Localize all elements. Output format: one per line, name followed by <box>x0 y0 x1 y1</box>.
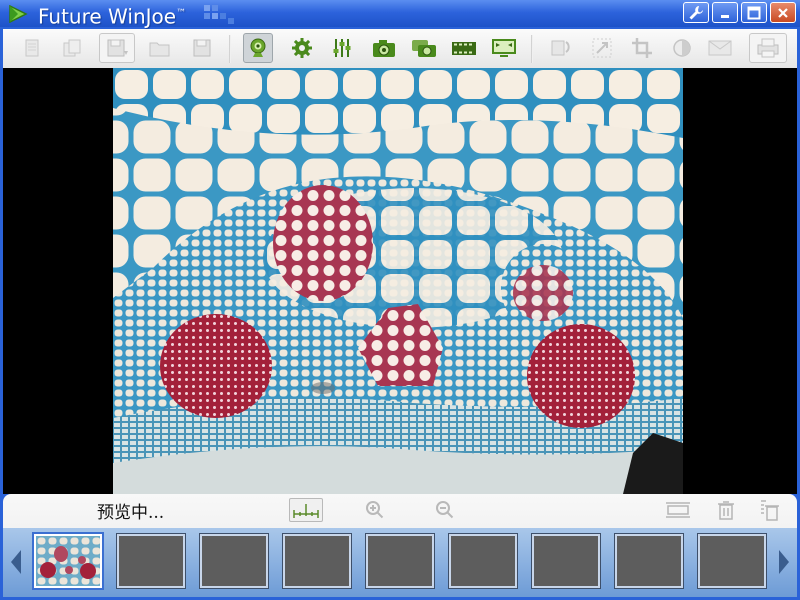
zoom-out-icon <box>436 501 454 519</box>
new-icon <box>25 39 39 57</box>
multi-capture-icon <box>412 40 436 57</box>
maximize-button[interactable] <box>741 2 767 23</box>
zoom-in-icon <box>366 501 384 519</box>
settings-button[interactable] <box>287 33 317 63</box>
save-icon <box>193 39 211 57</box>
zoom-in-button[interactable] <box>360 498 390 522</box>
email-button[interactable] <box>705 33 735 63</box>
app-logo-icon <box>9 5 28 23</box>
preview-area[interactable] <box>3 68 797 494</box>
thumbnail-6[interactable] <box>448 533 518 589</box>
toolbar-separator <box>229 35 231 63</box>
minimize-button[interactable] <box>712 2 738 23</box>
zoom-out-button[interactable] <box>430 498 460 522</box>
crop-icon <box>632 38 652 58</box>
ruler-icon <box>293 504 319 518</box>
title-decoration <box>204 5 234 24</box>
multi-capture-button[interactable] <box>409 33 439 63</box>
fullscreen-display-icon <box>492 39 516 57</box>
filmstrip-icon <box>666 502 690 518</box>
new-button[interactable] <box>17 33 47 63</box>
print-button[interactable] <box>749 33 787 63</box>
display-button[interactable] <box>489 33 519 63</box>
thumbnail-7[interactable] <box>531 533 601 589</box>
video-record-button[interactable] <box>449 33 479 63</box>
wrench-icon <box>689 5 703 19</box>
email-icon <box>708 40 732 56</box>
toolbar-separator <box>531 35 533 63</box>
thumbnail-strip <box>3 528 797 597</box>
rotate-icon <box>551 40 570 56</box>
settings-gear-icon <box>292 38 312 58</box>
filmstrip-view-button[interactable] <box>663 498 693 522</box>
thumbnail-1[interactable] <box>32 532 104 590</box>
close-icon <box>778 7 788 18</box>
minimize-icon <box>721 14 729 18</box>
rotate-button[interactable] <box>545 33 575 63</box>
scroll-left-button[interactable] <box>7 546 25 578</box>
capture-photo-button[interactable] <box>369 33 399 63</box>
delete-all-button[interactable] <box>755 498 785 522</box>
thumbnail-8[interactable] <box>614 533 684 589</box>
print-icon <box>757 38 779 58</box>
bottom-panel: 预览中... <box>3 494 797 597</box>
copy-icon <box>63 39 81 57</box>
webcam-button[interactable] <box>243 33 273 63</box>
open-folder-icon <box>149 42 170 57</box>
copy-button[interactable] <box>57 33 87 63</box>
status-text: 预览中... <box>97 503 165 523</box>
open-folder-button[interactable] <box>145 33 175 63</box>
contrast-icon <box>673 39 691 57</box>
camera-capture-icon <box>373 40 395 57</box>
thumbnail-2[interactable] <box>116 533 186 589</box>
webcam-icon <box>250 38 266 57</box>
crop-button[interactable] <box>627 33 657 63</box>
title-bar[interactable]: Future WinJoe™ <box>0 0 800 29</box>
thumbnail-5[interactable] <box>365 533 435 589</box>
resize-icon <box>592 38 612 58</box>
arrow-right-icon <box>779 550 789 574</box>
thumbnail-4[interactable] <box>282 533 352 589</box>
video-record-icon <box>452 42 476 55</box>
window-controls <box>683 2 796 24</box>
save-as-icon <box>107 39 128 57</box>
main-toolbar <box>3 29 797 69</box>
thumbnail-9[interactable] <box>697 533 767 589</box>
close-button[interactable] <box>770 2 796 23</box>
scroll-right-button[interactable] <box>775 546 793 578</box>
delete-all-icon <box>761 500 779 521</box>
adjust-button[interactable] <box>327 33 357 63</box>
thumbnail-image <box>36 536 100 586</box>
contrast-button[interactable] <box>667 33 697 63</box>
arrow-left-icon <box>11 550 21 574</box>
microscope-preview-image <box>113 68 683 494</box>
delete-button[interactable] <box>711 498 741 522</box>
save-as-button[interactable] <box>99 33 135 63</box>
maximize-icon <box>747 6 761 19</box>
app-window: Future WinJoe™ 预览中... <box>0 0 800 600</box>
window-title: Future WinJoe™ <box>38 4 187 29</box>
adjust-sliders-icon <box>333 39 351 57</box>
resize-button[interactable] <box>587 33 617 63</box>
trash-icon <box>718 501 734 520</box>
save-button[interactable] <box>187 33 217 63</box>
tools-wrench-button[interactable] <box>683 2 709 23</box>
thumbnail-3[interactable] <box>199 533 269 589</box>
measure-ruler-button[interactable] <box>289 498 323 522</box>
